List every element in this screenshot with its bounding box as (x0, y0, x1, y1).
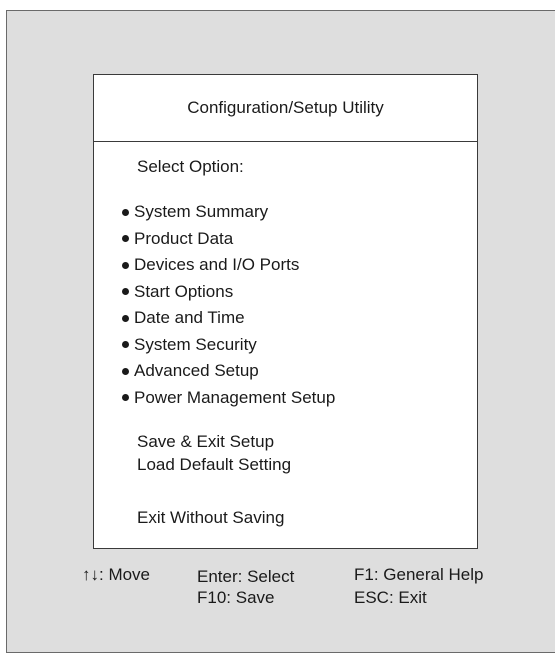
option-devices-io-ports[interactable]: Devices and I/O Ports (122, 252, 335, 279)
option-label: Advanced Setup (134, 361, 259, 381)
hint-move: ↑↓: Move (82, 565, 151, 584)
hint-esc-exit: ESC: Exit (354, 588, 427, 607)
option-label: Power Management Setup (134, 387, 336, 407)
option-start-options[interactable]: Start Options (122, 279, 335, 306)
bullet-icon (122, 341, 129, 349)
bullet-icon (122, 208, 129, 216)
setup-screen: Configuration/Setup Utility Select Optio… (6, 10, 555, 653)
save-exit-setup[interactable]: Save & Exit Setup (137, 432, 274, 452)
bullet-icon (122, 314, 129, 322)
hint-f10-save: F10: Save (197, 588, 275, 607)
bullet-icon (122, 394, 129, 402)
option-power-management-setup[interactable]: Power Management Setup (122, 385, 335, 412)
option-product-data[interactable]: Product Data (122, 226, 335, 253)
option-list: System Summary Product Data Devices and … (122, 199, 335, 411)
exit-without-saving[interactable]: Exit Without Saving (137, 508, 284, 528)
bullet-icon (122, 367, 129, 375)
option-label: Product Data (134, 228, 234, 248)
hint-f1-help: F1: General Help (354, 565, 484, 584)
load-default-setting[interactable]: Load Default Setting (137, 455, 291, 475)
bullet-icon (122, 261, 129, 269)
select-option-label: Select Option: (137, 157, 244, 176)
option-label: Date and Time (134, 308, 245, 328)
option-date-and-time[interactable]: Date and Time (122, 305, 335, 332)
option-label: System Summary (134, 202, 269, 222)
bullet-icon (122, 288, 129, 296)
option-label: Devices and I/O Ports (134, 255, 300, 275)
option-system-summary[interactable]: System Summary (122, 199, 335, 226)
option-system-security[interactable]: System Security (122, 332, 335, 359)
menu-panel: Configuration/Setup Utility Select Optio… (93, 74, 478, 549)
option-label: System Security (134, 334, 257, 354)
hint-enter-select: Enter: Select (197, 567, 295, 586)
menu-title: Configuration/Setup Utility (94, 75, 477, 142)
option-advanced-setup[interactable]: Advanced Setup (122, 358, 335, 385)
bullet-icon (122, 235, 129, 243)
option-label: Start Options (134, 281, 234, 301)
